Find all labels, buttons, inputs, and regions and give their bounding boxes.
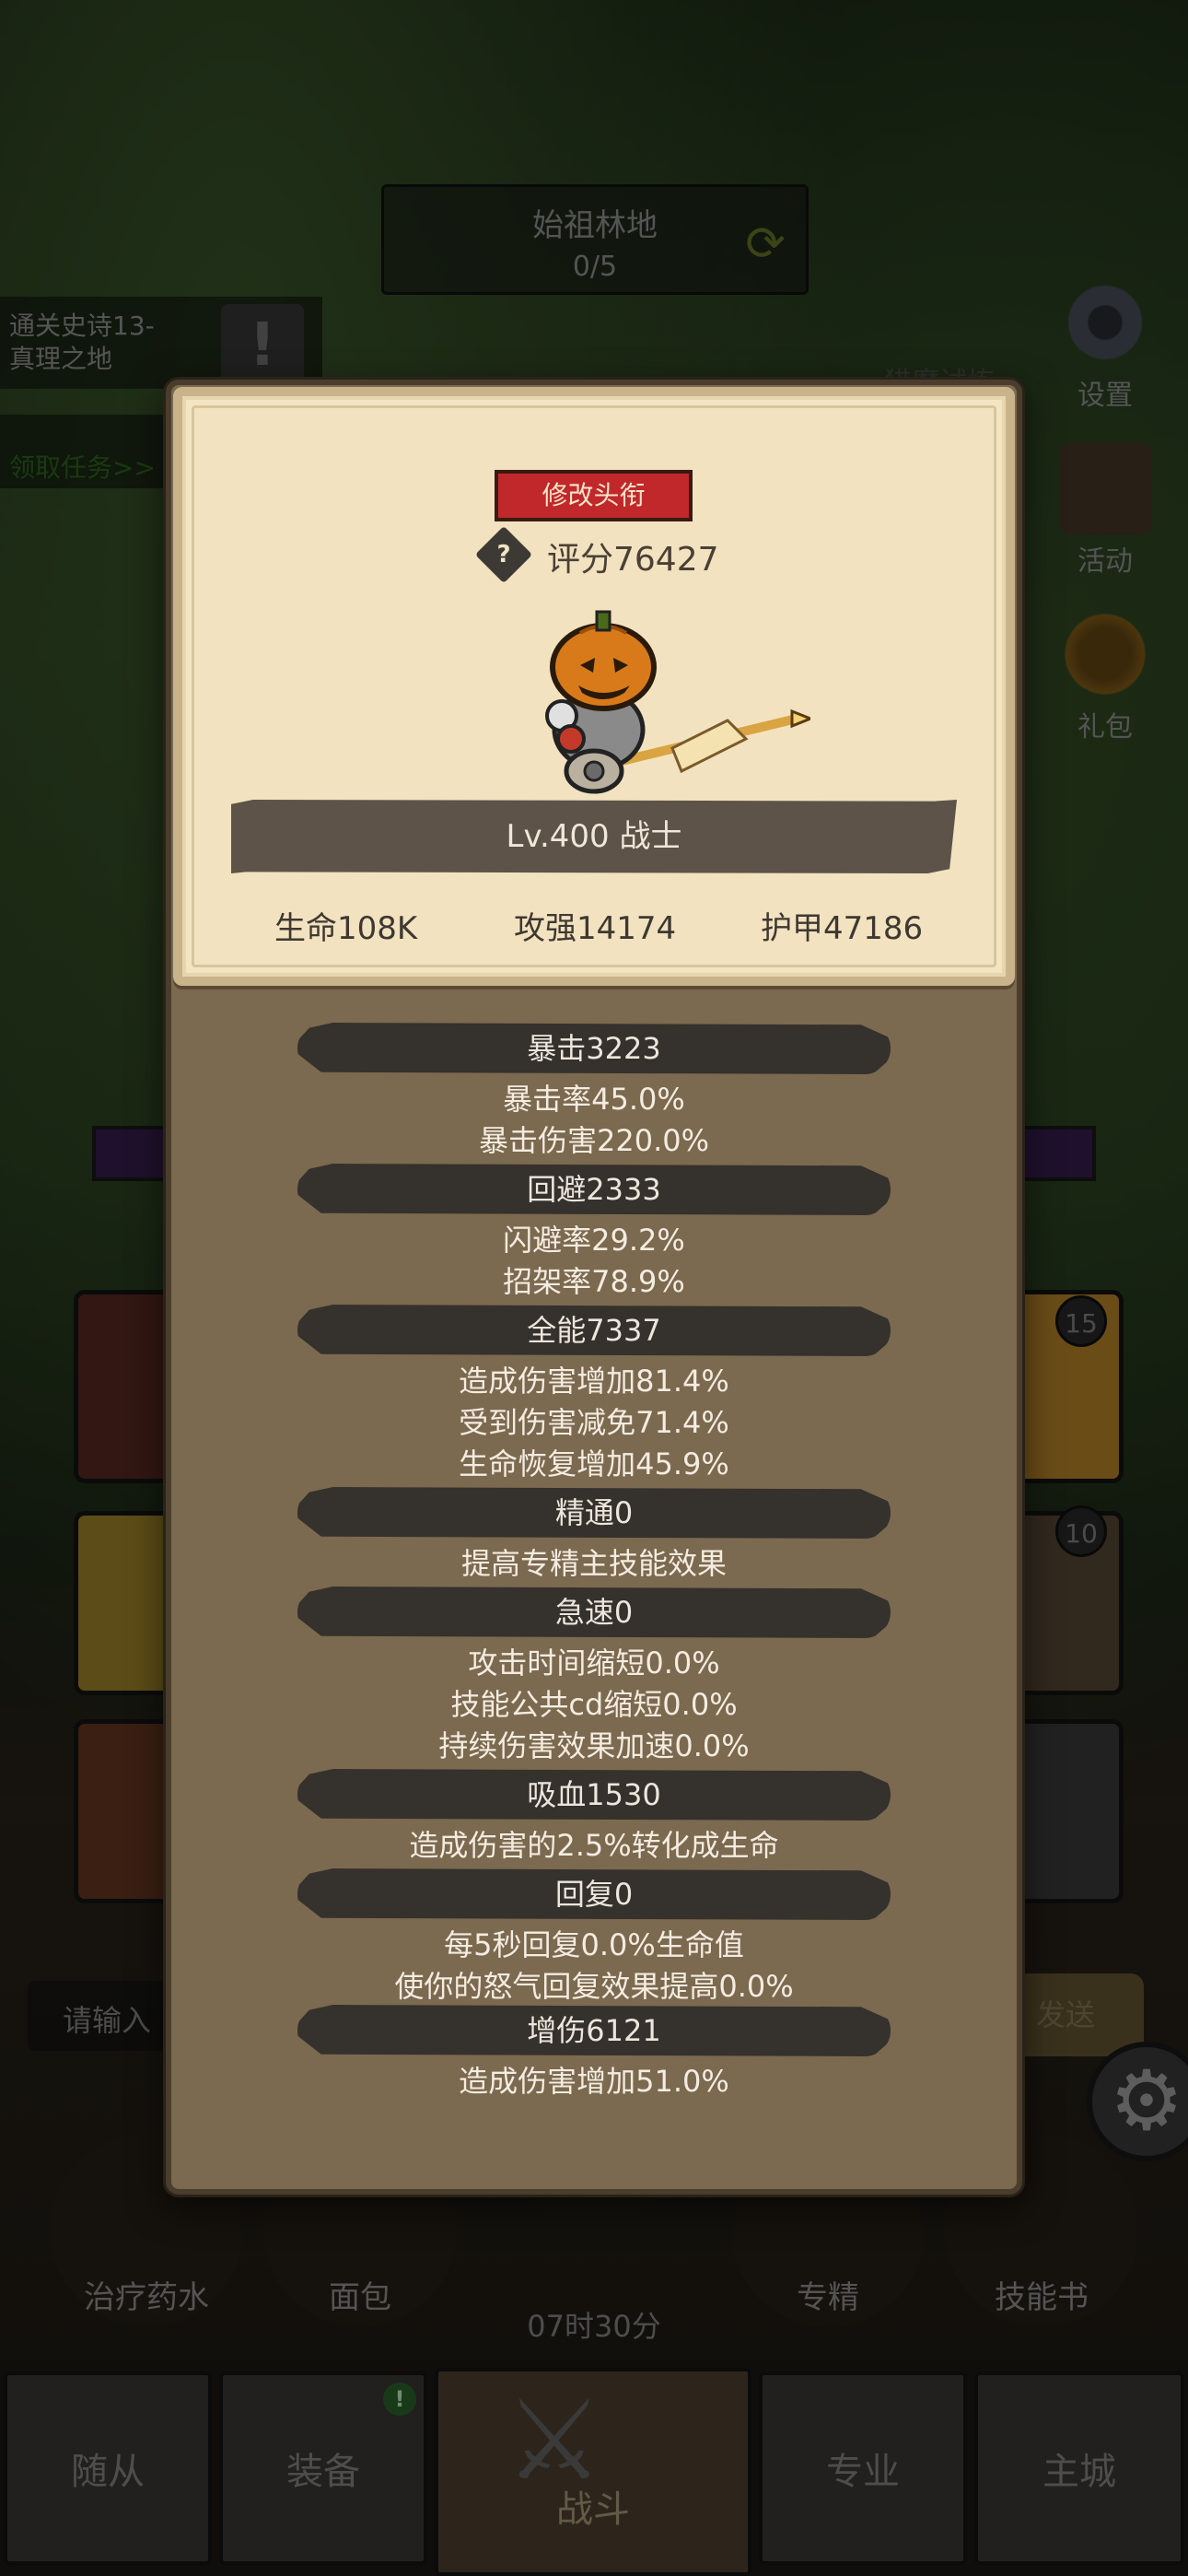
help-icon[interactable]: ? [474,525,533,584]
stat-line: 使你的怒气回复效果提高0.0% [394,1969,794,2004]
score-value: 评分76427 [547,541,719,579]
stat-line: 闪避率29.2% [503,1223,685,1258]
stat-header-versatility: 全能7337 [297,1305,891,1356]
stat-line: 造成伤害增加51.0% [459,2064,729,2099]
stat-line: 暴击率45.0% [503,1082,685,1117]
stat-header-dodge: 回避2333 [297,1164,891,1215]
stat-line: 生命恢复增加45.9% [459,1446,729,1481]
character-portrait [545,610,810,794]
stat-line: 造成伤害的2.5%转化成生命 [409,1828,779,1863]
stat-line: 招架率78.9% [503,1264,685,1299]
stat-line: 受到伤害减免71.4% [459,1405,729,1440]
change-title-button[interactable]: 修改头衔 [495,470,693,521]
attack-stat: 攻强14174 [514,910,677,947]
stat-line: 攻击时间缩短0.0% [468,1645,720,1680]
stat-header-haste: 急速0 [297,1587,891,1638]
stat-header-mastery: 精通0 [297,1487,891,1539]
stat-line: 每5秒回复0.0%生命值 [444,1927,744,1962]
stat-line: 暴击伤害220.0% [478,1123,710,1158]
stat-line: 持续伤害效果加速0.0% [438,1728,750,1763]
stat-line: 技能公共cd缩短0.0% [450,1687,738,1722]
stat-header-damage-boost: 增伤6121 [297,2005,891,2056]
stat-line: 造成伤害增加81.4% [459,1364,729,1399]
stat-header-regen: 回复0 [297,1868,891,1920]
hp-stat: 生命108K [274,910,418,947]
stat-header-crit: 暴击3223 [297,1023,891,1074]
stat-header-lifesteal: 吸血1530 [297,1769,891,1821]
armor-stat: 护甲47186 [761,910,924,947]
stat-line: 提高专精主技能效果 [460,1546,727,1581]
level-class-bar: Lv.400 战士 [231,800,957,873]
